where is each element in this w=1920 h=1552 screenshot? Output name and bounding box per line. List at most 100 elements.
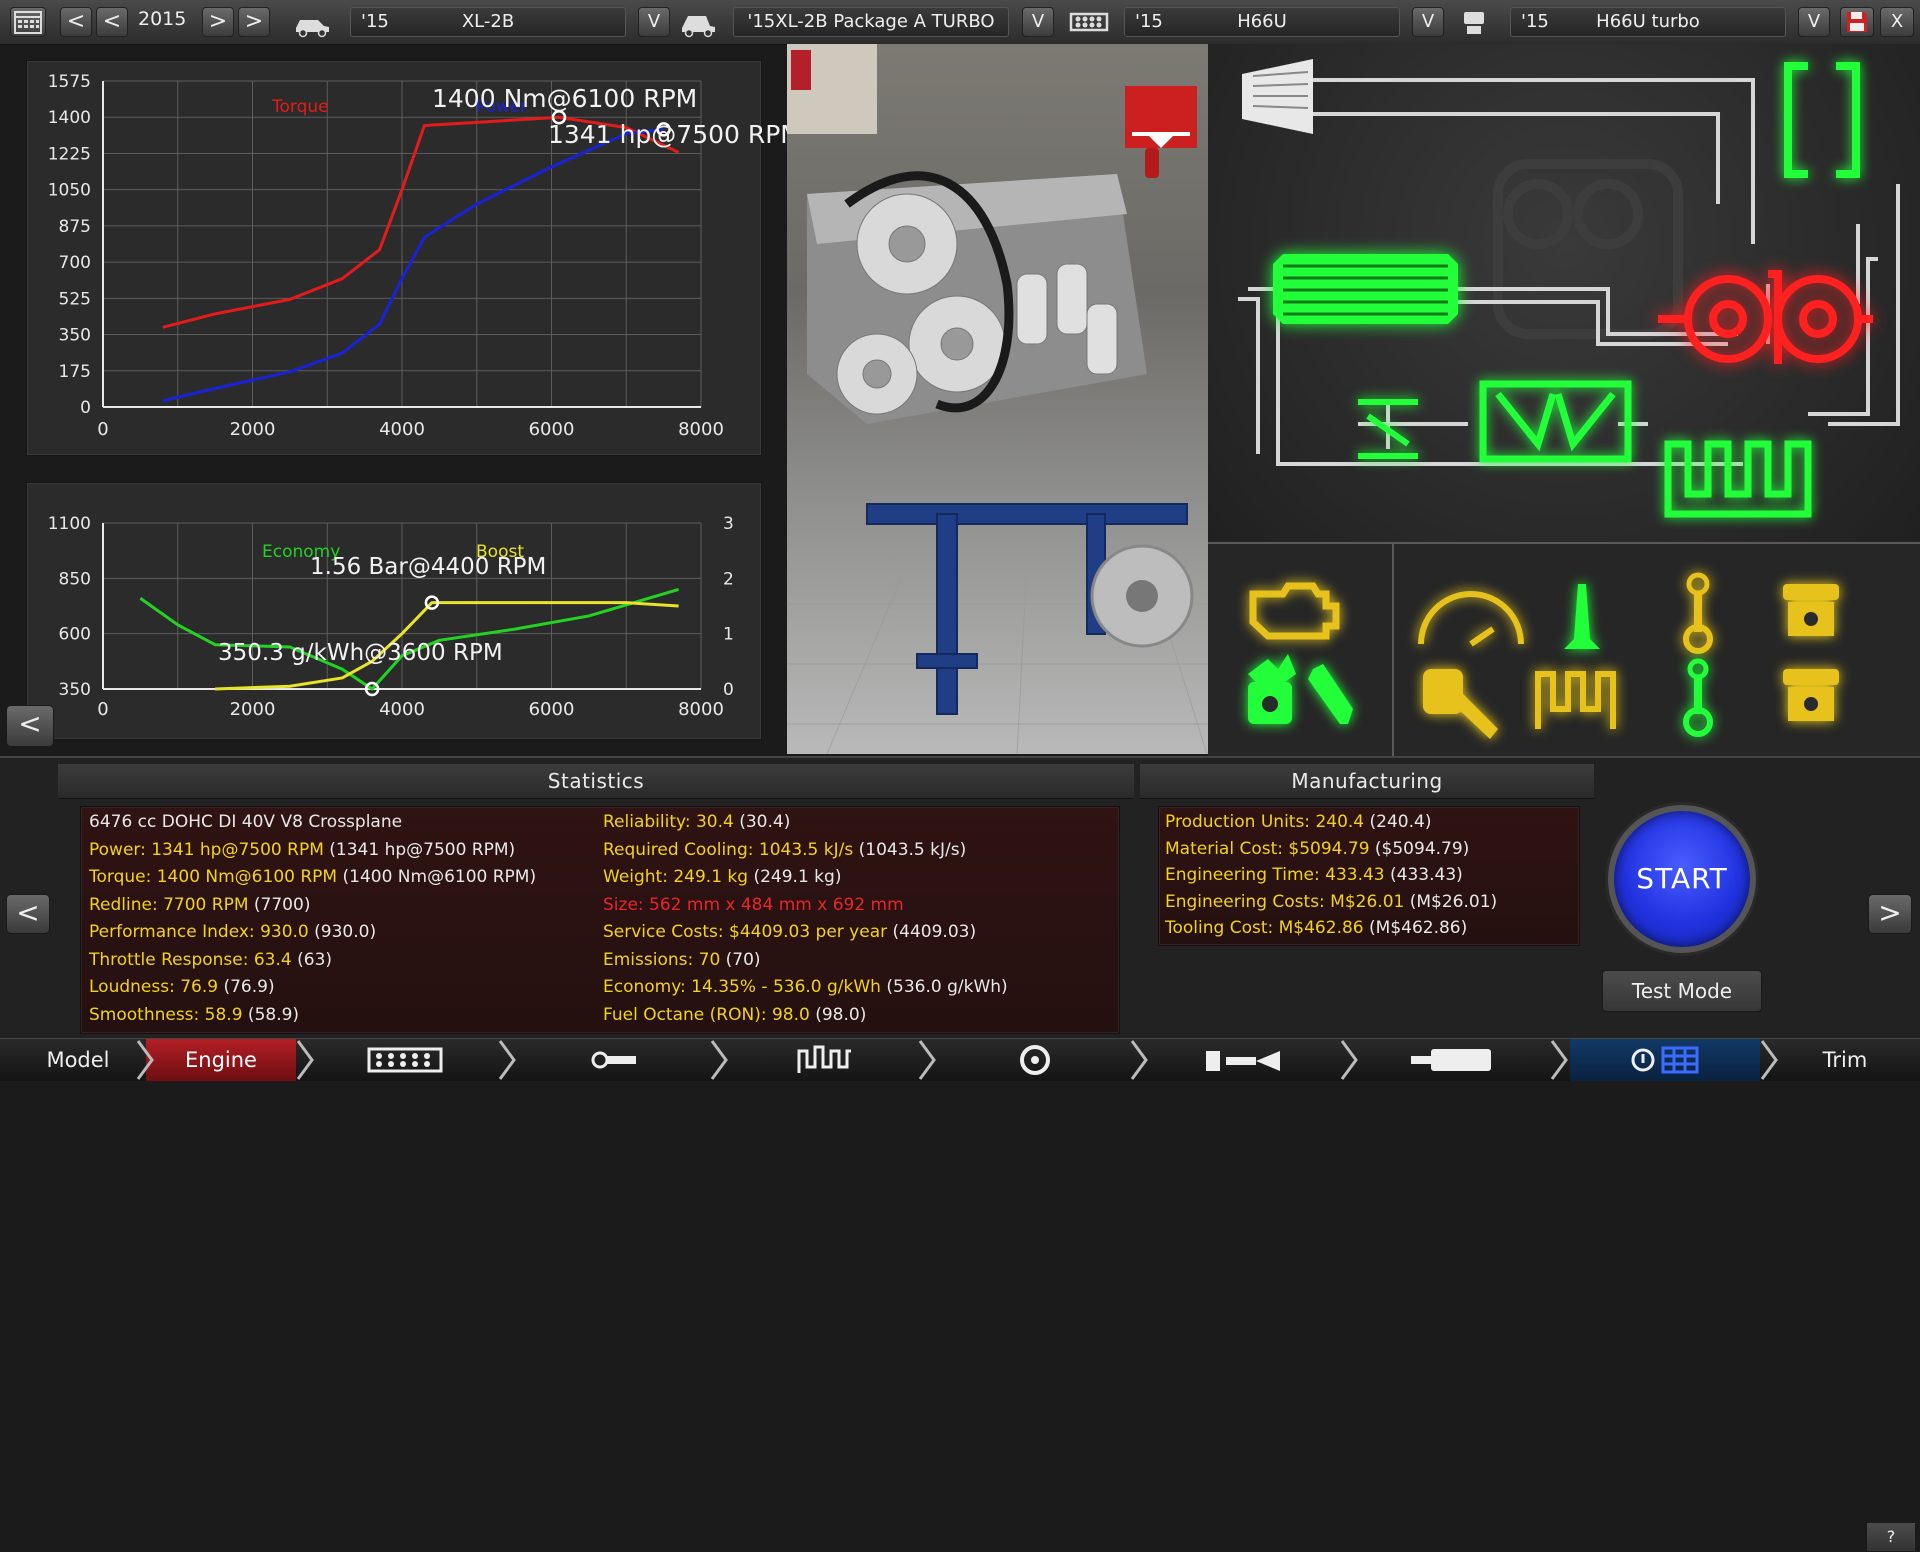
x-tick-label: 2000 bbox=[230, 419, 276, 440]
exhaust-tip-icon bbox=[1784, 62, 1860, 178]
y-tick-label-right: 0 bbox=[723, 680, 734, 700]
stat-value: Engineering Time: 433.43 bbox=[1165, 865, 1385, 885]
stat-value: 6476 cc DOHC DI 40V V8 Crossplane bbox=[89, 812, 403, 832]
crank-nav-icon bbox=[591, 1051, 636, 1069]
head-damage-part-icon[interactable] bbox=[1248, 654, 1296, 724]
y-tick-label: 175 bbox=[59, 362, 91, 382]
nav-tab-fuel[interactable] bbox=[1150, 1039, 1340, 1081]
rpm-gauge-part-icon[interactable] bbox=[1418, 591, 1524, 647]
stat-baseline: (M$462.86) bbox=[1363, 918, 1468, 938]
trim-name: '15XL-2B Package A TURBO bbox=[747, 11, 995, 32]
x-tick-label: 8000 bbox=[678, 419, 724, 440]
y-tick-label-left: 850 bbox=[59, 569, 91, 589]
chart-back-button[interactable]: < bbox=[6, 705, 54, 747]
workflow-nav: Model Engine Trim bbox=[0, 1038, 1920, 1081]
year-prev-button[interactable]: < bbox=[96, 7, 128, 37]
stat-row: Engineering Time: 433.43 (433.43) bbox=[1165, 862, 1463, 888]
nav-tab-bottom-end[interactable] bbox=[520, 1039, 710, 1081]
help-button[interactable]: ? bbox=[1866, 1522, 1916, 1552]
stat-value: Size: 562 mm x 484 mm x 692 mm bbox=[603, 894, 904, 915]
exhaust-nav-icon bbox=[1411, 1049, 1491, 1071]
prev-page-button[interactable]: < bbox=[6, 894, 50, 934]
stat-baseline: (433.43) bbox=[1384, 865, 1463, 885]
trim-selector[interactable]: '15XL-2B Package A TURBO bbox=[733, 7, 1009, 37]
stat-baseline: (1341 hp@7500 RPM) bbox=[323, 839, 516, 860]
nav-tab-test[interactable] bbox=[1570, 1039, 1760, 1081]
x-tick-label: 8000 bbox=[678, 699, 724, 720]
x-tick-label: 6000 bbox=[529, 699, 575, 720]
variant-selector[interactable]: '15 H66U turbo bbox=[1510, 7, 1786, 37]
conrod-part-icon[interactable] bbox=[1683, 572, 1713, 654]
stat-row: Power: 1341 hp@7500 RPM (1341 hp@7500 RP… bbox=[89, 837, 515, 863]
stat-baseline: (240.4) bbox=[1364, 812, 1432, 832]
parts-icons bbox=[1248, 572, 1839, 739]
variant-dropdown-button[interactable]: V bbox=[1798, 7, 1830, 37]
calendar-icon bbox=[14, 11, 42, 34]
y-tick-label: 1575 bbox=[48, 72, 91, 92]
series-line-power bbox=[162, 127, 664, 403]
stat-row: Economy: 14.35% - 536.0 g/kWh (536.0 g/k… bbox=[603, 974, 1008, 1000]
car-model-icon bbox=[296, 20, 329, 38]
stat-baseline: (58.9) bbox=[242, 1004, 300, 1025]
year-next-fast-button[interactable]: > bbox=[238, 7, 270, 37]
nav-tab-exhaust[interactable] bbox=[1360, 1039, 1550, 1081]
model-name: XL-2B bbox=[461, 11, 515, 32]
variant-name: H66U turbo bbox=[1596, 11, 1700, 32]
y-tick-label-right: 1 bbox=[723, 625, 734, 645]
trim-dropdown-button[interactable]: V bbox=[1022, 7, 1054, 37]
close-button[interactable]: X bbox=[1880, 7, 1914, 37]
engine-render bbox=[787, 44, 1208, 754]
nav-tab-top-end[interactable] bbox=[730, 1039, 920, 1081]
torque-legend-label: Torque bbox=[272, 97, 329, 117]
intake-pipe-part-icon[interactable] bbox=[1564, 584, 1600, 649]
y-tick-label: 700 bbox=[59, 253, 91, 273]
engine-3d-viewport[interactable] bbox=[787, 44, 1208, 754]
spark-plug-part-icon[interactable] bbox=[1308, 664, 1353, 724]
stat-row: Weight: 249.1 kg (249.1 kg) bbox=[603, 864, 841, 890]
test-mode-button[interactable]: Test Mode bbox=[1602, 970, 1762, 1012]
model-dropdown-button[interactable]: V bbox=[638, 7, 670, 37]
stat-baseline: (98.0) bbox=[809, 1004, 867, 1025]
stat-value: Performance Index: 930.0 bbox=[89, 922, 309, 942]
engine-name: H66U bbox=[1237, 11, 1287, 32]
piston-part-icon[interactable] bbox=[1783, 584, 1839, 636]
next-page-button[interactable]: > bbox=[1868, 894, 1912, 934]
engine-dropdown-button[interactable]: V bbox=[1412, 7, 1444, 37]
engine-block-part-icon[interactable] bbox=[1249, 582, 1340, 640]
stat-value: Service Costs: $4409.03 per year bbox=[603, 922, 888, 942]
model-selector[interactable]: '15 XL-2B bbox=[350, 7, 626, 37]
nav-tab-engine[interactable]: Engine bbox=[146, 1039, 296, 1081]
stat-row: Torque: 1400 Nm@6100 RPM (1400 Nm@6100 R… bbox=[89, 864, 536, 890]
stat-row: Redline: 7700 RPM (7700) bbox=[89, 892, 310, 918]
nav-tab-engine-block[interactable] bbox=[320, 1039, 490, 1081]
save-button[interactable] bbox=[1840, 7, 1874, 37]
intercooler-icon bbox=[1273, 254, 1458, 324]
stat-value: Required Cooling: 1043.5 kJ/s bbox=[603, 839, 854, 860]
stat-baseline: (76.9) bbox=[218, 977, 275, 997]
stat-value: Weight: 249.1 kg bbox=[603, 867, 749, 887]
conrod-alt-part-icon[interactable] bbox=[1683, 658, 1713, 737]
piston-alt-part-icon[interactable] bbox=[1783, 669, 1839, 721]
nav-tab-trim[interactable]: Trim bbox=[1780, 1039, 1910, 1081]
stat-value: Engineering Costs: M$26.01 bbox=[1165, 891, 1405, 912]
calendar-button[interactable] bbox=[10, 7, 46, 37]
camshaft-part-icon[interactable] bbox=[1535, 671, 1616, 729]
stat-value: Production Units: 240.4 bbox=[1165, 812, 1365, 832]
stat-row: Service Costs: $4409.03 per year (4409.0… bbox=[603, 919, 976, 945]
twin-turbo-icon bbox=[1658, 270, 1873, 364]
x-tick-label: 0 bbox=[97, 699, 108, 720]
y-tick-label-right: 3 bbox=[723, 514, 734, 534]
stat-row: Engineering Costs: M$26.01 (M$26.01) bbox=[1165, 889, 1497, 915]
start-button[interactable]: START bbox=[1608, 805, 1756, 953]
nav-tab-aspiration[interactable] bbox=[940, 1039, 1130, 1081]
wrench-part-icon[interactable] bbox=[1423, 669, 1498, 739]
year-prev-fast-button[interactable]: < bbox=[60, 7, 92, 37]
year-next-button[interactable]: > bbox=[202, 7, 234, 37]
stat-row: Size: 562 mm x 484 mm x 692 mm bbox=[603, 892, 904, 918]
nav-tab-model[interactable]: Model bbox=[20, 1039, 136, 1081]
engine-selector[interactable]: '15 H66U bbox=[1124, 7, 1400, 37]
air-filter-icon bbox=[1242, 59, 1313, 134]
engine-block-nav-icon bbox=[367, 1047, 443, 1073]
y-tick-label-left: 1100 bbox=[48, 514, 91, 534]
car-trim-icon bbox=[682, 16, 715, 38]
